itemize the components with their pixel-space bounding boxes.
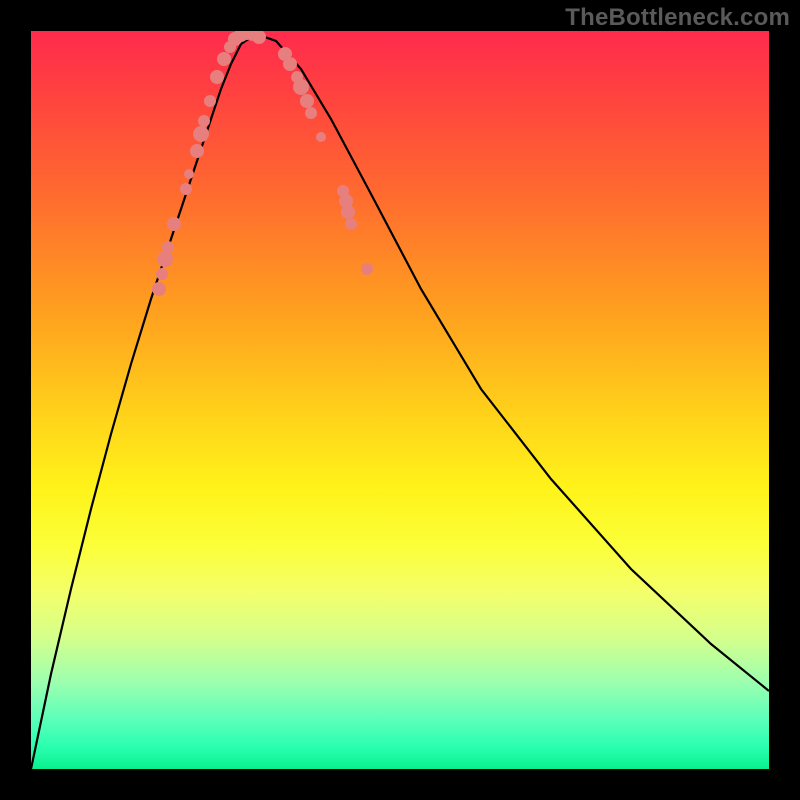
data-point bbox=[316, 132, 326, 142]
data-point bbox=[162, 241, 174, 253]
chart-svg bbox=[31, 31, 769, 769]
data-point bbox=[217, 52, 231, 66]
data-point bbox=[180, 183, 192, 195]
data-point bbox=[283, 57, 297, 71]
data-point bbox=[157, 251, 173, 267]
data-point bbox=[184, 169, 194, 179]
data-point bbox=[156, 268, 168, 280]
data-point bbox=[361, 263, 373, 275]
data-point bbox=[300, 94, 314, 108]
plot-area bbox=[31, 31, 769, 769]
data-point bbox=[167, 217, 181, 231]
watermark-text: TheBottleneck.com bbox=[565, 4, 790, 32]
data-point bbox=[204, 95, 216, 107]
data-point bbox=[193, 126, 209, 142]
data-point bbox=[198, 115, 210, 127]
data-point bbox=[152, 282, 166, 296]
data-point bbox=[190, 144, 204, 158]
data-point bbox=[341, 205, 355, 219]
data-point bbox=[345, 218, 357, 230]
chart-markers bbox=[152, 31, 373, 296]
chart-curve bbox=[31, 34, 769, 769]
chart-frame: TheBottleneck.com bbox=[0, 0, 800, 800]
data-point bbox=[210, 70, 224, 84]
data-point bbox=[293, 79, 309, 95]
data-point bbox=[305, 107, 317, 119]
data-point bbox=[252, 31, 266, 44]
